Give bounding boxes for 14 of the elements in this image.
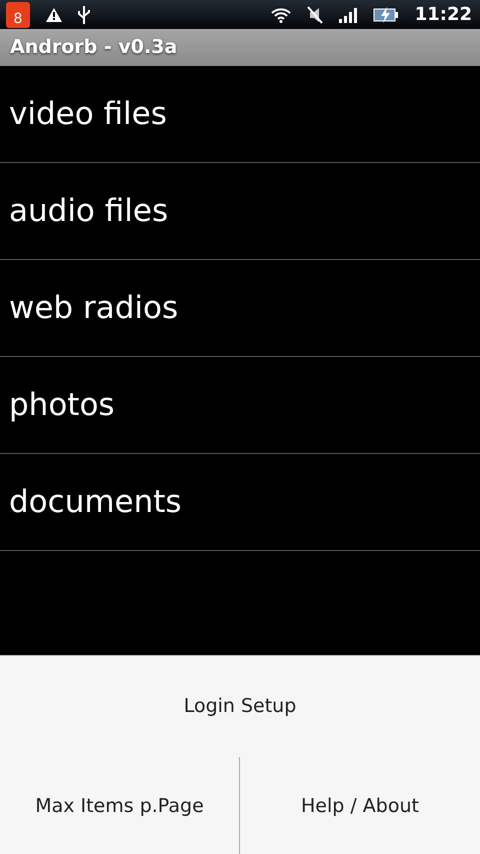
notification-badge: 8 xyxy=(6,2,30,28)
app-title: Androrb - v0.3a xyxy=(10,35,178,60)
list-item[interactable]: photos xyxy=(0,382,115,428)
muted-speaker-icon xyxy=(306,6,323,24)
warning-icon xyxy=(46,8,62,22)
usb-icon xyxy=(78,6,90,24)
list-item[interactable]: audio files xyxy=(0,188,168,234)
battery-charging-icon xyxy=(372,6,399,22)
wifi-icon xyxy=(270,6,291,22)
signal-icon xyxy=(338,6,357,22)
list-item[interactable]: video files xyxy=(0,90,167,138)
clock-time: 11:22 xyxy=(414,3,472,27)
list-item[interactable]: web radios xyxy=(0,284,178,332)
list-item[interactable]: documents xyxy=(0,478,182,526)
